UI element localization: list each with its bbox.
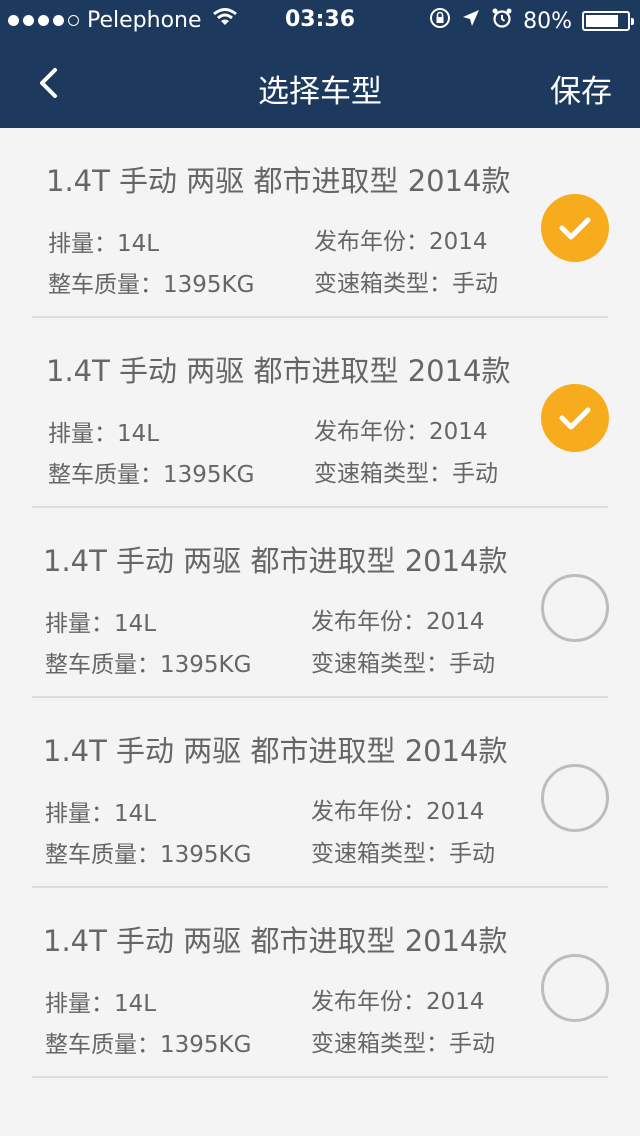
gearbox-type-label: 变速箱类型：手动	[311, 651, 495, 677]
release-year-label: 发布年份：2014	[311, 609, 485, 635]
alarm-icon	[491, 7, 513, 35]
displacement-label: 排量：14L	[45, 801, 157, 827]
status-right: 80%	[429, 7, 634, 35]
car-model-list: 1.4T 手动 两驱 都市进取型 2014款 排量：14L 发布年份：2014 整车质…	[0, 128, 640, 1078]
nav-bar: 选择车型 保存	[0, 40, 640, 128]
car-model-title: 1.4T 手动 两驱 都市进取型 2014款	[46, 164, 511, 198]
vehicle-weight-label: 整车质量：1395KG	[45, 842, 252, 868]
displacement-label: 排量：14L	[45, 991, 157, 1017]
displacement-label: 排量：14L	[45, 611, 157, 637]
selected-check-icon[interactable]	[541, 194, 609, 262]
car-model-row[interactable]: 1.4T 手动 两驱 都市进取型 2014款排量：14L 发布年份：2014 整车质…	[0, 888, 640, 1078]
release-year-label: 发布年份：2014	[314, 419, 488, 445]
vehicle-weight-label: 整车质量：1395KG	[48, 462, 255, 488]
battery-icon	[582, 11, 634, 31]
row-divider	[32, 1076, 608, 1078]
car-model-title: 1.4T 手动 两驱 都市进取型 2014款	[43, 734, 508, 768]
page-title: 选择车型	[258, 74, 382, 110]
release-year-label: 发布年份：2014	[311, 989, 485, 1015]
battery-percent: 80%	[523, 8, 572, 34]
release-year-label: 发布年份：2014	[314, 229, 488, 255]
car-model-row[interactable]: 1.4T 手动 两驱 都市进取型 2014款排量：14L 发布年份：2014 整车质…	[0, 698, 640, 888]
displacement-label: 排量：14L	[48, 421, 160, 447]
vehicle-weight-label: 整车质量：1395KG	[48, 272, 255, 298]
status-bar: Pelephone 03:36 80%	[0, 0, 640, 40]
selected-check-icon[interactable]	[541, 384, 609, 452]
gearbox-type-label: 变速箱类型：手动	[311, 841, 495, 867]
car-model-title: 1.4T 手动 两驱 都市进取型 2014款	[43, 544, 508, 578]
gearbox-type-label: 变速箱类型：手动	[311, 1031, 495, 1057]
car-model-title: 1.4T 手动 两驱 都市进取型 2014款	[43, 924, 508, 958]
vehicle-weight-label: 整车质量：1395KG	[45, 652, 252, 678]
unselected-radio-icon[interactable]	[541, 764, 609, 832]
unselected-radio-icon[interactable]	[541, 574, 609, 642]
vehicle-weight-label: 整车质量：1395KG	[45, 1032, 252, 1058]
rotation-lock-icon	[429, 7, 451, 35]
car-model-title: 1.4T 手动 两驱 都市进取型 2014款	[46, 354, 511, 388]
release-year-label: 发布年份：2014	[311, 799, 485, 825]
unselected-radio-icon[interactable]	[541, 954, 609, 1022]
car-model-row[interactable]: 1.4T 手动 两驱 都市进取型 2014款排量：14L 发布年份：2014 整车质…	[0, 508, 640, 698]
car-model-row[interactable]: 1.4T 手动 两驱 都市进取型 2014款排量：14L 发布年份：2014 整车质…	[0, 128, 640, 318]
displacement-label: 排量：14L	[48, 231, 160, 257]
gearbox-type-label: 变速箱类型：手动	[314, 271, 498, 297]
gearbox-type-label: 变速箱类型：手动	[314, 461, 498, 487]
save-button[interactable]: 保存	[550, 66, 612, 111]
location-icon	[461, 8, 481, 34]
car-model-row[interactable]: 1.4T 手动 两驱 都市进取型 2014款排量：14L 发布年份：2014 整车质…	[0, 318, 640, 508]
